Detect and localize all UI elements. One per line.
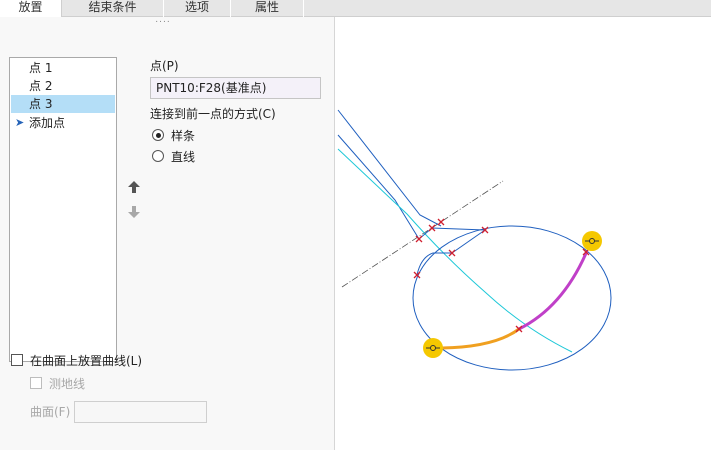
start-handle[interactable] (582, 231, 602, 251)
point-list-item-selected[interactable]: 点 3 (11, 95, 115, 113)
straight-radio-label[interactable]: 直线 (171, 148, 195, 165)
surface-collector-field[interactable] (74, 401, 207, 423)
place-on-surface-checkbox[interactable] (11, 354, 23, 366)
spline-radio[interactable] (152, 129, 164, 141)
creo-dashboard-window: 放置 结束条件 选项 属性 A x .... 点 1 点 2 点 3 ➤ 添加点… (0, 0, 711, 450)
point-field-label: 点(P) (150, 59, 179, 73)
surface-field-label: 曲面(F) (30, 405, 71, 419)
add-point-arrow-icon: ➤ (15, 116, 25, 129)
dashboard-tab-bar: 放置 结束条件 选项 属性 (0, 0, 711, 17)
move-down-icon[interactable] (127, 205, 141, 219)
magenta-curve-segment[interactable] (518, 250, 589, 331)
panel-grip[interactable]: .... (151, 16, 175, 25)
straight-radio[interactable] (152, 150, 164, 162)
tab-end-condition[interactable]: 结束条件 (62, 0, 164, 17)
geodesic-checkbox[interactable] (30, 377, 42, 389)
boundary-curve-upper[interactable] (337, 109, 442, 227)
connect-method-label: 连接到前一点的方式(C) (150, 107, 276, 121)
tab-properties[interactable]: 属性 (231, 0, 304, 17)
point-list-item[interactable]: 点 2 (11, 77, 115, 95)
move-up-icon[interactable] (127, 180, 141, 194)
point-collector-field[interactable]: PNT10:F28(基准点) (150, 77, 321, 99)
orange-curve-segment[interactable] (441, 327, 520, 350)
end-handle[interactable] (423, 338, 443, 358)
place-on-surface-label[interactable]: 在曲面上放置曲线(L) (30, 352, 142, 369)
geodesic-label: 测地线 (49, 377, 86, 391)
tab-options[interactable]: 选项 (164, 0, 231, 17)
placement-panel: .... 点 1 点 2 点 3 ➤ 添加点 点(P) PNT10:F28(基准… (0, 16, 335, 450)
graphics-viewport[interactable] (335, 17, 711, 450)
spline-radio-label[interactable]: 样条 (171, 127, 195, 144)
add-point-label: 添加点 (29, 116, 66, 130)
add-point-item[interactable]: ➤ 添加点 (11, 114, 115, 132)
point-list[interactable]: 点 1 点 2 点 3 ➤ 添加点 (9, 57, 117, 362)
tab-placement[interactable]: 放置 (0, 0, 62, 17)
point-list-item[interactable]: 点 1 (11, 59, 115, 77)
